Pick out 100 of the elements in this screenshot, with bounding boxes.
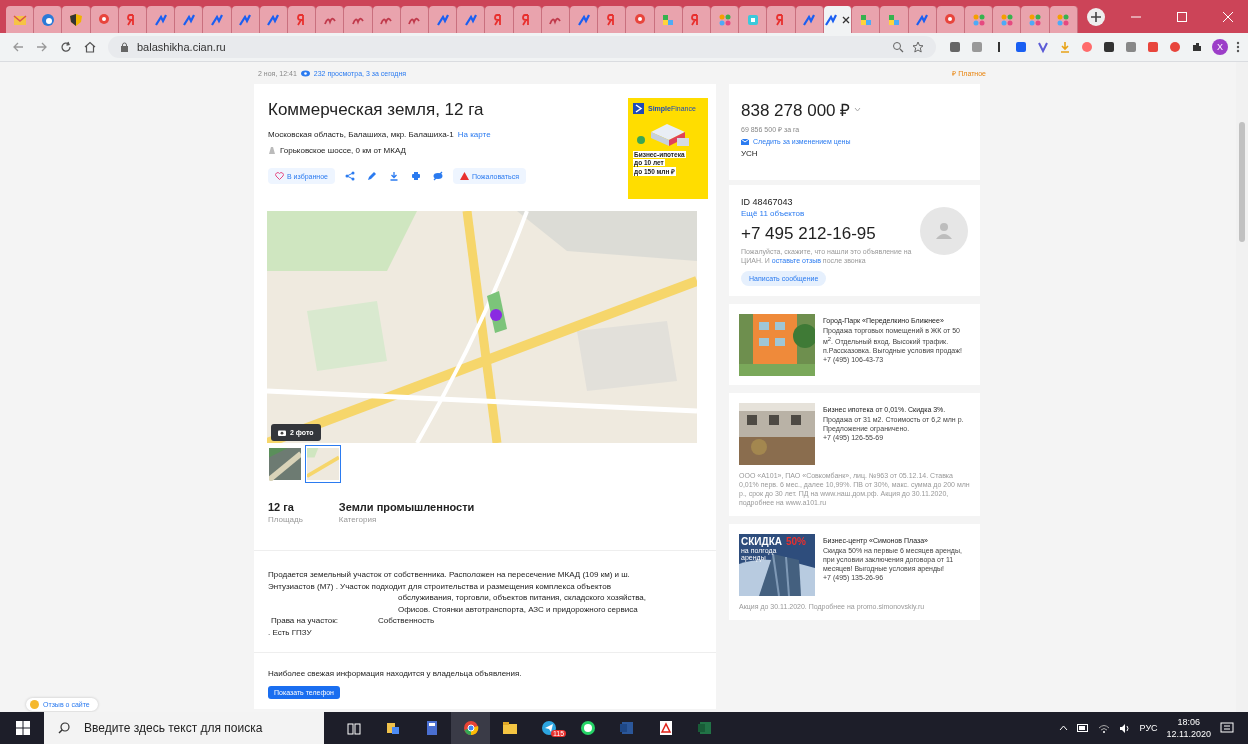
browser-tab[interactable] bbox=[34, 6, 63, 33]
listing-id: ID 48467043 bbox=[741, 197, 794, 207]
files-icon bbox=[384, 720, 401, 736]
favicon-icon bbox=[824, 12, 838, 27]
favicon-icon bbox=[745, 12, 760, 27]
favicon-icon bbox=[12, 12, 27, 27]
browser-tab[interactable] bbox=[62, 6, 91, 33]
favicon-icon bbox=[40, 12, 55, 27]
favicon-icon bbox=[802, 12, 817, 27]
favicon-icon bbox=[886, 12, 901, 27]
description-line: Права на участок: bbox=[271, 615, 338, 627]
taskview-icon bbox=[345, 720, 362, 736]
extension-icon[interactable] bbox=[1036, 40, 1050, 54]
description-line: обслуживания, торговли, объектов питания, складского хозяйства, bbox=[397, 592, 647, 604]
map-link[interactable]: На карте bbox=[457, 130, 491, 139]
favicon-icon bbox=[858, 12, 873, 27]
address-bar[interactable]: balashikha.cian.ru bbox=[108, 36, 936, 58]
favicon-icon bbox=[181, 12, 196, 27]
menu-icon[interactable] bbox=[1236, 41, 1240, 53]
notifications-icon[interactable] bbox=[1220, 721, 1234, 735]
pencil-icon bbox=[366, 171, 377, 181]
favicon-icon bbox=[576, 12, 591, 27]
highway-text: Горьковское шоссе, 0 км от МКАД bbox=[280, 146, 406, 155]
profile-avatar[interactable]: X bbox=[1212, 39, 1228, 55]
reload-icon[interactable] bbox=[60, 41, 72, 53]
taskbar-search-field[interactable]: Введите здесь текст для поиска bbox=[44, 712, 324, 744]
download-icon bbox=[388, 171, 399, 181]
forward-icon[interactable] bbox=[36, 41, 48, 53]
share-icon bbox=[344, 171, 355, 181]
language-indicator[interactable]: РУС bbox=[1139, 723, 1158, 733]
favicon-icon bbox=[463, 12, 478, 27]
description-line: Офисов. Стоянки автотранспорта, АЗС и придорожного сервиса bbox=[397, 603, 639, 615]
favicon-icon bbox=[915, 12, 930, 27]
new-tab-icon[interactable] bbox=[1086, 6, 1106, 27]
avatar-icon bbox=[920, 207, 968, 255]
favicon-icon bbox=[210, 12, 224, 27]
favicon-icon bbox=[633, 12, 648, 27]
zoom-icon[interactable] bbox=[892, 41, 904, 53]
windows-start-icon[interactable] bbox=[16, 721, 30, 735]
extension-icon[interactable] bbox=[948, 40, 962, 54]
maximize-icon[interactable] bbox=[1176, 10, 1188, 23]
banner-text: 50% bbox=[785, 536, 806, 547]
speaker-icon[interactable] bbox=[1118, 723, 1131, 733]
browser-tab[interactable] bbox=[823, 6, 853, 33]
clock-date: 12.11.2020 bbox=[1166, 728, 1211, 740]
description-line: Продается земельный участок от собственника. Расположен на пересечение МКАД (109 км) и ш. bbox=[268, 569, 631, 581]
favicon-icon bbox=[971, 12, 986, 27]
description-line: . Есть ГПЗУ bbox=[268, 626, 313, 638]
favicon-icon bbox=[435, 12, 450, 27]
taskbar-app[interactable] bbox=[451, 712, 490, 744]
favicon-icon bbox=[943, 12, 958, 27]
favicon-icon bbox=[69, 12, 83, 27]
explorer-icon bbox=[501, 720, 518, 736]
close-icon[interactable] bbox=[841, 14, 851, 25]
chevron-down-icon[interactable] bbox=[854, 107, 862, 112]
notice-text: Наиболее свежая информация находится у владельца объявления. bbox=[268, 669, 523, 678]
banner-text: СКИДКА bbox=[741, 536, 782, 547]
address-text: Московская область, Балашиха, мкр. Балашиха-1 bbox=[268, 130, 454, 139]
back-icon[interactable] bbox=[12, 41, 24, 53]
photo-thumbnail[interactable] bbox=[267, 445, 303, 483]
listing-title: Коммерческая земля, 12 га bbox=[268, 100, 485, 120]
lock-icon bbox=[120, 42, 129, 52]
ad-card[interactable] bbox=[729, 524, 980, 620]
favicon-icon bbox=[266, 12, 281, 27]
phone-number: +7 495 212-16-95 bbox=[741, 224, 877, 244]
favicon-icon bbox=[97, 12, 112, 27]
favicon-icon bbox=[661, 12, 676, 27]
clock-time: 18:06 bbox=[1176, 716, 1202, 728]
chevron-up-icon[interactable] bbox=[1058, 725, 1068, 731]
fact-value: Земли промышленности bbox=[338, 501, 475, 513]
battery-icon[interactable] bbox=[1076, 724, 1089, 732]
description-line: Энтузиастов (М7) . Участок подходит для строительства и размещения комплекса объектов bbox=[268, 580, 612, 592]
description-line: Собственность bbox=[377, 615, 435, 627]
favicon-icon bbox=[999, 12, 1014, 27]
fact-label: Категория bbox=[338, 515, 378, 524]
envelope-icon bbox=[741, 138, 749, 145]
favicon-icon bbox=[153, 12, 168, 27]
tax-label: УСН bbox=[741, 149, 759, 158]
heart-icon bbox=[275, 172, 284, 180]
ad-card[interactable] bbox=[729, 393, 980, 516]
search-icon bbox=[58, 722, 70, 734]
warning-icon bbox=[459, 172, 469, 180]
extension-icon[interactable] bbox=[1102, 40, 1116, 54]
camera-icon bbox=[278, 429, 286, 436]
home-icon[interactable] bbox=[84, 41, 96, 53]
extension-icon[interactable] bbox=[1014, 40, 1028, 54]
fact-label: Площадь bbox=[268, 515, 303, 524]
wifi-icon[interactable] bbox=[1097, 723, 1110, 733]
brand-logo-icon bbox=[633, 103, 644, 114]
price-amount: 838 278 000 ₽ bbox=[741, 100, 851, 121]
star-icon[interactable] bbox=[912, 41, 924, 53]
favicon-icon bbox=[1027, 12, 1042, 27]
more-listings-link[interactable]: Ещё 11 объектов bbox=[741, 209, 916, 218]
favicon-icon bbox=[238, 12, 253, 27]
extension-icon[interactable] bbox=[1190, 40, 1204, 54]
photo-thumbnail[interactable] bbox=[305, 445, 341, 483]
favicon-icon bbox=[1056, 12, 1071, 27]
favicon-icon bbox=[717, 12, 732, 27]
fact-value: 12 га bbox=[268, 501, 295, 513]
eye-icon bbox=[300, 69, 310, 77]
